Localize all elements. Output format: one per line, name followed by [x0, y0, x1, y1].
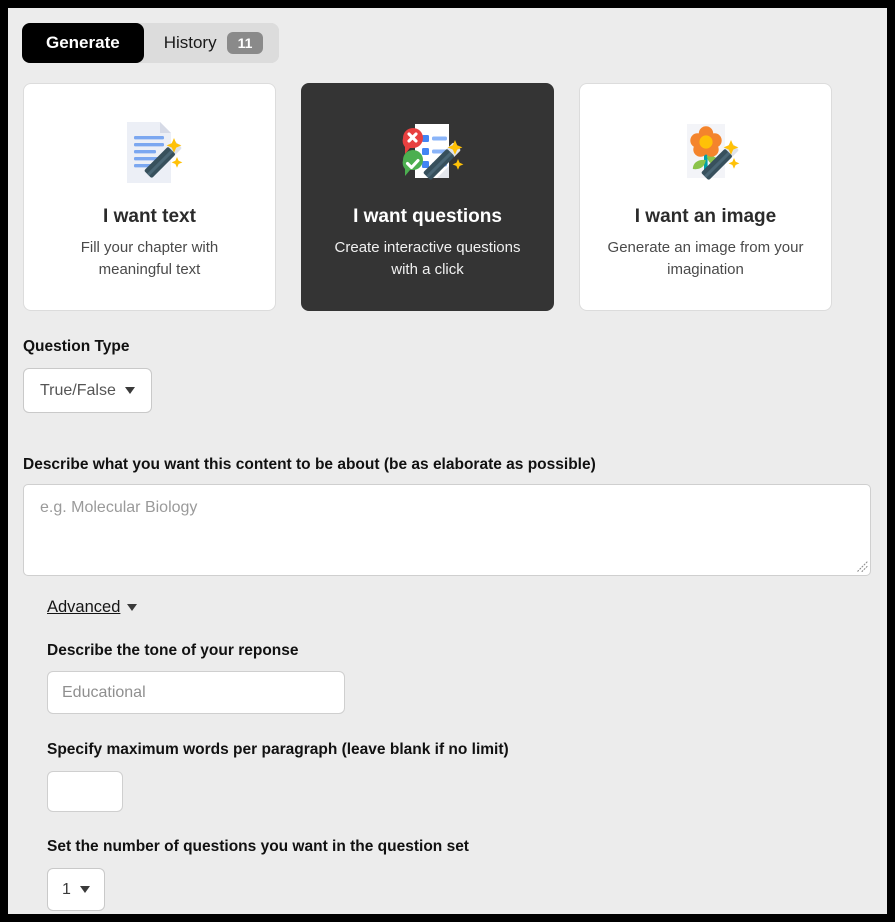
- flower-wand-icon: [686, 124, 739, 180]
- advanced-toggle[interactable]: Advanced: [47, 598, 138, 617]
- card-description: Generate an image from your imagination: [607, 239, 804, 278]
- tone-label: Describe the tone of your reponse: [47, 642, 299, 659]
- resize-handle-icon[interactable]: [854, 559, 868, 573]
- card-i-want-questions[interactable]: I want questions Create interactive ques…: [301, 83, 554, 311]
- card-i-want-text[interactable]: I want text Fill your chapter with meani…: [23, 83, 276, 311]
- document-wand-icon: [126, 122, 182, 183]
- tab-history[interactable]: History 11: [143, 23, 280, 63]
- advanced-label: Advanced: [47, 598, 121, 616]
- tone-input[interactable]: Educational: [47, 671, 345, 714]
- card-description: Fill your chapter with meaningful text: [80, 239, 219, 278]
- app-frame: Generate History 11 I want text Fill you…: [8, 8, 887, 914]
- question-count-select[interactable]: 1: [47, 868, 105, 911]
- tab-history-label: History: [163, 33, 217, 52]
- generation-mode-cards: I want text Fill your chapter with meani…: [23, 83, 873, 311]
- prompt-textarea[interactable]: e.g. Molecular Biology: [23, 484, 871, 576]
- advanced-section: Describe the tone of your reponse Educat…: [47, 642, 873, 911]
- prompt-placeholder: e.g. Molecular Biology: [40, 499, 198, 516]
- card-i-want-an-image[interactable]: I want an image Generate an image from y…: [579, 83, 832, 311]
- card-title: I want text: [103, 206, 196, 227]
- generation-form: Question Type True/False Describe what y…: [23, 338, 873, 911]
- question-count-label: Set the number of questions you want in …: [47, 838, 469, 855]
- chevron-down-icon: [79, 886, 90, 893]
- card-title: I want questions: [353, 206, 502, 227]
- max-words-input[interactable]: [47, 771, 123, 812]
- tone-placeholder: Educational: [62, 683, 146, 701]
- quiz-wand-icon: [402, 124, 463, 180]
- card-title: I want an image: [634, 206, 777, 227]
- tab-generate[interactable]: Generate: [22, 23, 144, 63]
- history-count-badge: 11: [226, 31, 264, 55]
- chevron-down-icon: [124, 387, 135, 394]
- question-type-value: True/False: [40, 381, 116, 399]
- question-type-select[interactable]: True/False: [23, 368, 152, 413]
- card-description: Create interactive questions with a clic…: [334, 239, 521, 278]
- tab-generate-label: Generate: [46, 33, 120, 52]
- question-type-label: Question Type: [23, 338, 130, 355]
- question-count-value: 1: [62, 880, 71, 898]
- chevron-down-icon: [127, 604, 138, 611]
- tab-bar: Generate History 11: [22, 23, 280, 63]
- max-words-label: Specify maximum words per paragraph (lea…: [47, 741, 509, 758]
- prompt-label: Describe what you want this content to b…: [23, 456, 596, 473]
